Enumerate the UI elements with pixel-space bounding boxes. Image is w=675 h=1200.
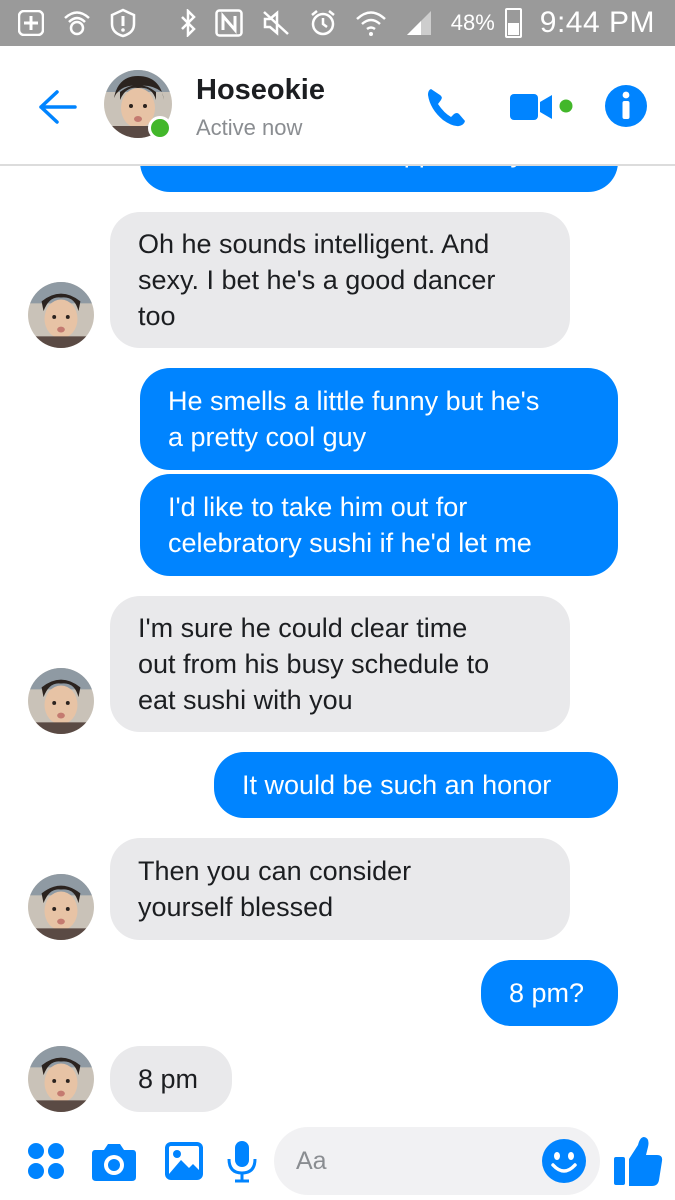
- message-bubble-outgoing[interactable]: He smells a little funny but he's a pret…: [140, 368, 618, 470]
- camera-button[interactable]: [90, 1137, 138, 1185]
- message-bubble-incoming[interactable]: I'm sure he could clear time out from hi…: [110, 596, 570, 732]
- microphone-button[interactable]: [218, 1137, 266, 1185]
- back-arrow-icon: [39, 90, 77, 124]
- message-bubble-incoming[interactable]: Then you can consider yourself blessed: [110, 838, 570, 940]
- message-bubble-outgoing[interactable]: 8 pm?: [481, 960, 618, 1026]
- clock: 9:44 PM: [539, 6, 655, 39]
- info-button[interactable]: [602, 82, 650, 130]
- emoji-icon: [542, 1139, 586, 1183]
- nfc-icon: [214, 9, 243, 37]
- active-status-dot: [148, 116, 172, 140]
- alert-icon: [110, 8, 136, 38]
- video-camera-icon: [510, 94, 573, 120]
- composer-bar: [0, 1123, 675, 1200]
- avatar: [28, 282, 94, 348]
- signal-icon: [405, 9, 433, 37]
- camera-icon: [92, 1144, 136, 1181]
- mute-icon: [261, 9, 291, 37]
- bluetooth-icon: [179, 9, 197, 37]
- message-bubble-outgoing[interactable]: I'd like to take him out for celebratory…: [140, 474, 618, 576]
- message-bubble-outgoing[interactable]: It would be such an honor: [214, 752, 618, 818]
- microphone-icon: [227, 1141, 257, 1183]
- avatar: [28, 1046, 94, 1112]
- call-button[interactable]: [422, 82, 472, 132]
- like-button[interactable]: [612, 1133, 664, 1189]
- status-bar: 48% 9:44 PM: [0, 0, 675, 46]
- battery-percent: 48%: [450, 10, 495, 35]
- message-input[interactable]: [296, 1127, 536, 1195]
- battery-icon: [504, 8, 522, 38]
- wifi-icon: [355, 9, 387, 37]
- avatar: [28, 668, 94, 734]
- active-status: Active now: [196, 115, 303, 140]
- contact-name[interactable]: Hoseokie: [196, 74, 325, 107]
- emoji-button[interactable]: [540, 1137, 588, 1185]
- add-icon: [18, 10, 44, 36]
- phone-icon: [428, 89, 465, 127]
- wifi-calling-icon: [62, 9, 92, 37]
- info-icon: [605, 85, 647, 127]
- conversation-header: Hoseokie Active now: [0, 46, 675, 166]
- gallery-icon: [165, 1142, 203, 1180]
- gallery-button[interactable]: [160, 1137, 208, 1185]
- more-button[interactable]: [22, 1137, 70, 1185]
- back-button[interactable]: [34, 84, 80, 130]
- message-list[interactable]: I could not be happier for you Oh he sou…: [0, 166, 675, 1123]
- alarm-icon: [309, 9, 337, 37]
- avatar: [28, 874, 94, 940]
- video-call-button[interactable]: [508, 86, 574, 126]
- message-bubble-outgoing[interactable]: I could not be happier for you: [140, 166, 618, 192]
- thumbs-up-icon: [614, 1137, 663, 1186]
- message-bubble-incoming[interactable]: 8 pm: [110, 1046, 232, 1112]
- message-input-field[interactable]: [274, 1127, 600, 1195]
- message-bubble-incoming[interactable]: Oh he sounds intelligent. And sexy. I be…: [110, 212, 570, 348]
- more-icon: [28, 1143, 64, 1179]
